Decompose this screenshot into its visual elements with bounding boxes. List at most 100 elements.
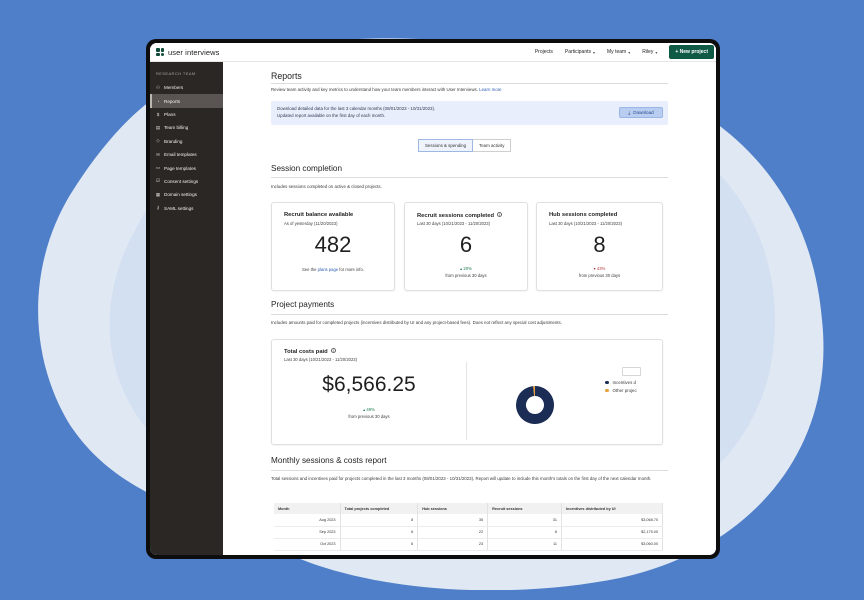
table-cell: Oct 2023 [274,538,341,551]
card-footer: See the plans page for more info. [272,266,394,273]
banner-line-2: Updated report available on the first da… [277,113,386,118]
session-completion-title: Session completion [271,164,342,173]
chevron-down-icon: ▾ [593,49,596,55]
reports-icon: ◔ [156,98,160,104]
page-title: Reports [271,71,302,81]
sidebar-item-plans[interactable]: $ Plans [150,108,223,121]
table-cell: 6 [487,526,562,539]
sidebar-item-label: Email templates [164,152,197,158]
chevron-down-icon: ▾ [655,49,658,55]
footer-text: See the [302,267,318,272]
card-subtitle: Last 30 days (10/21/2023 - 11/20/2023) [417,221,491,226]
table-cell: $3,060.00 [561,538,664,551]
email-icon: ✉ [156,151,160,157]
column-header[interactable]: Recruit sessions [487,503,562,514]
sidebar-item-label: Branding [164,138,183,144]
sidebar-item-consent-settings[interactable]: ☑ Consent settings [150,175,223,188]
nav-item-projects[interactable]: Projects [535,49,553,55]
column-header[interactable]: Incentives distributed by UI [561,503,664,514]
page-intro: Review team activity and key metrics to … [271,87,502,92]
learn-more-link[interactable]: Learn more [479,87,501,92]
main-content: Reports Review team activity and key met… [223,62,716,555]
total-costs-card: Total costs paid i Last 30 days (10/21/20… [271,339,663,445]
divider [271,177,668,178]
table-cell: 22 [417,526,489,539]
monthly-report-title: Monthly sessions & costs report [271,456,387,465]
sidebar-item-label: Team billing [164,125,189,131]
divider [466,362,467,440]
new-project-button[interactable]: + New project [669,45,714,59]
nav-item-my-team[interactable]: My team ▾ [607,49,630,55]
table-cell: 35 [417,514,489,527]
info-icon[interactable]: i [497,212,502,217]
sidebar-item-reports[interactable]: ◔ Reports [150,94,223,108]
table-cell: 11 [487,538,562,551]
legend-label: Incentives d [612,380,636,385]
table-row: Oct 2023 6 23 11 $3,060.00 [274,538,664,551]
top-nav-menu: Projects Participants ▾ My team ▾ Riley ▾ [535,49,670,55]
change-label: from previous 30 days [348,414,390,419]
divider [271,83,668,84]
card-title: Hub sessions completed [549,212,618,218]
divider [271,470,668,471]
sidebar-item-saml-settings[interactable]: ⚷ SAML settings [150,202,223,215]
change-label: from previous 30 days [445,273,487,278]
sidebar-item-label: SAML settings [164,205,194,211]
domain-icon: ▦ [155,191,161,197]
info-icon[interactable]: i [330,348,336,353]
project-payments-title: Project payments [271,300,335,309]
sidebar-item-branding[interactable]: ◇ Branding [150,135,223,148]
table-cell: 23 [417,538,489,551]
billing-icon: ▤ [155,124,161,130]
legend-item-other: Other projec [605,388,637,393]
sidebar-item-label: Reports [164,98,181,104]
sidebar-item-label: Plans [164,111,176,117]
card-title: Recruit balance available [284,212,354,218]
footer-text: for more info. [338,267,364,272]
column-header[interactable]: Hub sessions [417,503,489,514]
sidebar-item-email-templates[interactable]: ✉ Email templates [150,148,223,161]
download-banner: Download detailed data for the last 3 ca… [271,101,668,125]
table-cell: Aug 2023 [274,514,341,527]
banner-line-1: Download detailed data for the last 3 ca… [277,106,436,111]
divider [271,314,668,315]
sidebar-item-members[interactable]: ⚇ Members [150,81,223,94]
table-cell: 6 [340,526,419,539]
table-row: Sep 2023 6 22 6 $2,175.00 [274,526,664,539]
nav-item-riley[interactable]: Riley ▾ [642,49,657,55]
hub-sessions-card: Hub sessions completed Last 30 days (10/… [536,202,663,291]
chart-menu-icon[interactable] [622,367,641,376]
sidebar-item-domain-settings[interactable]: ▦ Domain settings [150,188,223,201]
change-indicator: ▾ 43% [593,266,606,271]
plans-page-link[interactable]: plans page [318,267,339,272]
legend-item-incentives: Incentives d [605,380,636,385]
download-button[interactable]: ⤓ Download [619,107,663,118]
card-title: Recruit sessions completed i [417,212,502,219]
card-subtitle: Last 30 days (10/21/2023 - 11/20/2023) [284,357,358,362]
branding-icon: ◇ [156,138,160,144]
tab-sessions-spending[interactable]: Sessions & spending [418,139,474,152]
legend-label: Other projec [612,388,637,393]
donut-slice-incentives[interactable] [516,386,554,424]
tab-team-activity[interactable]: Team activity [473,139,512,152]
table-cell: 8 [340,514,419,527]
nav-item-participants[interactable]: Participants ▾ [565,49,595,55]
recruit-balance-card: Recruit balance available As of yesterda… [271,202,395,291]
column-header[interactable]: Month [274,503,341,514]
session-completion-description: Includes sessions completed on active & … [271,184,382,189]
download-icon: ⤓ [628,110,631,115]
recruit-sessions-card: Recruit sessions completed i Last 30 days… [404,202,528,291]
total-costs-value: $6,566.25 [322,373,416,396]
card-subtitle: Last 30 days (10/21/2023 - 11/20/2023) [549,221,623,226]
sidebar-item-team-billing[interactable]: ▤ Team billing [150,121,223,134]
column-header[interactable]: Total projects completed [340,503,419,514]
table-cell: 31 [487,514,562,527]
card-subtitle: As of yesterday (11/20/2023) [284,221,338,226]
top-navigation: user interviews Projects Participants ▾ My … [150,43,716,62]
monthly-report-table: Month Total projects completed Hub session… [274,503,664,551]
sidebar-heading: RESEARCH TEAM [156,71,196,76]
page-icon: ▭ [155,165,161,171]
consent-icon: ☑ [155,178,161,184]
logo[interactable]: user interviews [156,48,220,57]
sidebar-item-page-templates[interactable]: ▭ Page templates [150,161,223,174]
